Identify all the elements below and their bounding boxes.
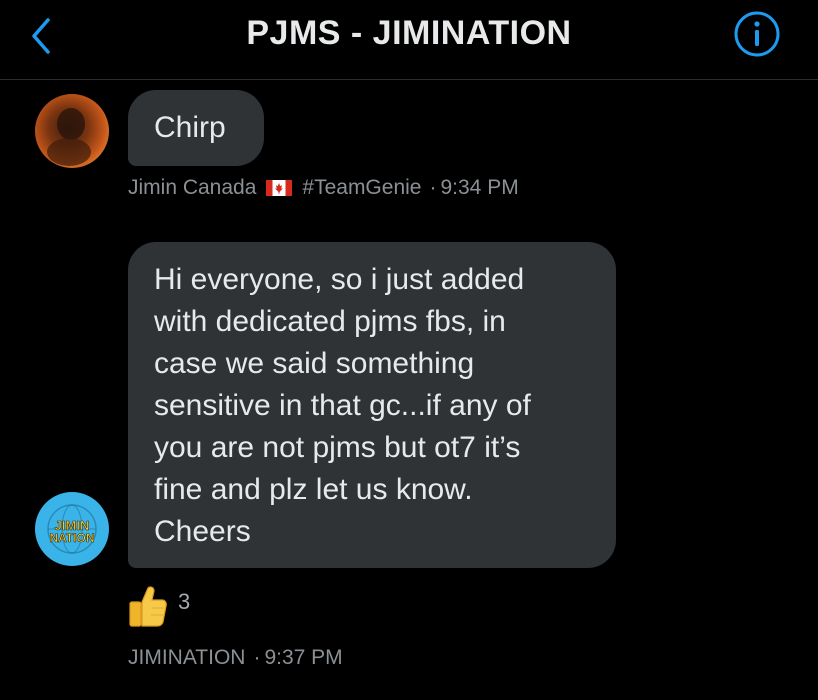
info-icon: [734, 11, 780, 57]
sender-name[interactable]: JIMINATION: [128, 646, 245, 670]
message-text: Chirp: [154, 111, 226, 144]
message-text-line: fine and plz let us know.: [154, 473, 473, 506]
reaction-count: 3: [178, 589, 191, 614]
thumbs-up-icon: [129, 586, 167, 627]
message-meta: JIMINATION · 9:37 PM: [128, 646, 343, 670]
user-avatar-jimination[interactable]: JIMIN NATION: [35, 492, 109, 566]
message-bubble[interactable]: Hi everyone, so i just added with dedica…: [128, 242, 616, 568]
message-bubble[interactable]: Chirp: [128, 90, 264, 166]
sender-tag: #TeamGenie: [302, 176, 422, 199]
message-text-line: sensitive in that gc...if any of: [154, 389, 531, 422]
svg-text:NATION: NATION: [49, 531, 94, 545]
reaction-thumbs-up[interactable]: 3: [128, 584, 190, 628]
sender-name[interactable]: Jimin Canada: [128, 176, 256, 200]
message-text-line: you are not pjms but ot7 it’s: [154, 431, 521, 464]
message-timestamp: 9:34 PM: [440, 176, 519, 199]
message-text-line: with dedicated pjms fbs, in: [154, 305, 506, 338]
message-text-line: Hi everyone, so i just added: [154, 263, 525, 296]
message-text-line: case we said something: [154, 347, 475, 380]
conversation-title: PJMS - JIMINATION: [246, 14, 572, 52]
conversation-header: PJMS - JIMINATION: [0, 0, 818, 80]
message-timestamp: 9:37 PM: [264, 646, 343, 669]
user-avatar-jimin-canada[interactable]: [35, 94, 109, 168]
info-button[interactable]: [733, 10, 781, 58]
canada-flag-icon: [266, 180, 293, 196]
message-meta: Jimin Canada #TeamGenie · 9:34 PM: [128, 176, 519, 200]
message-text-line: Cheers: [154, 515, 251, 548]
